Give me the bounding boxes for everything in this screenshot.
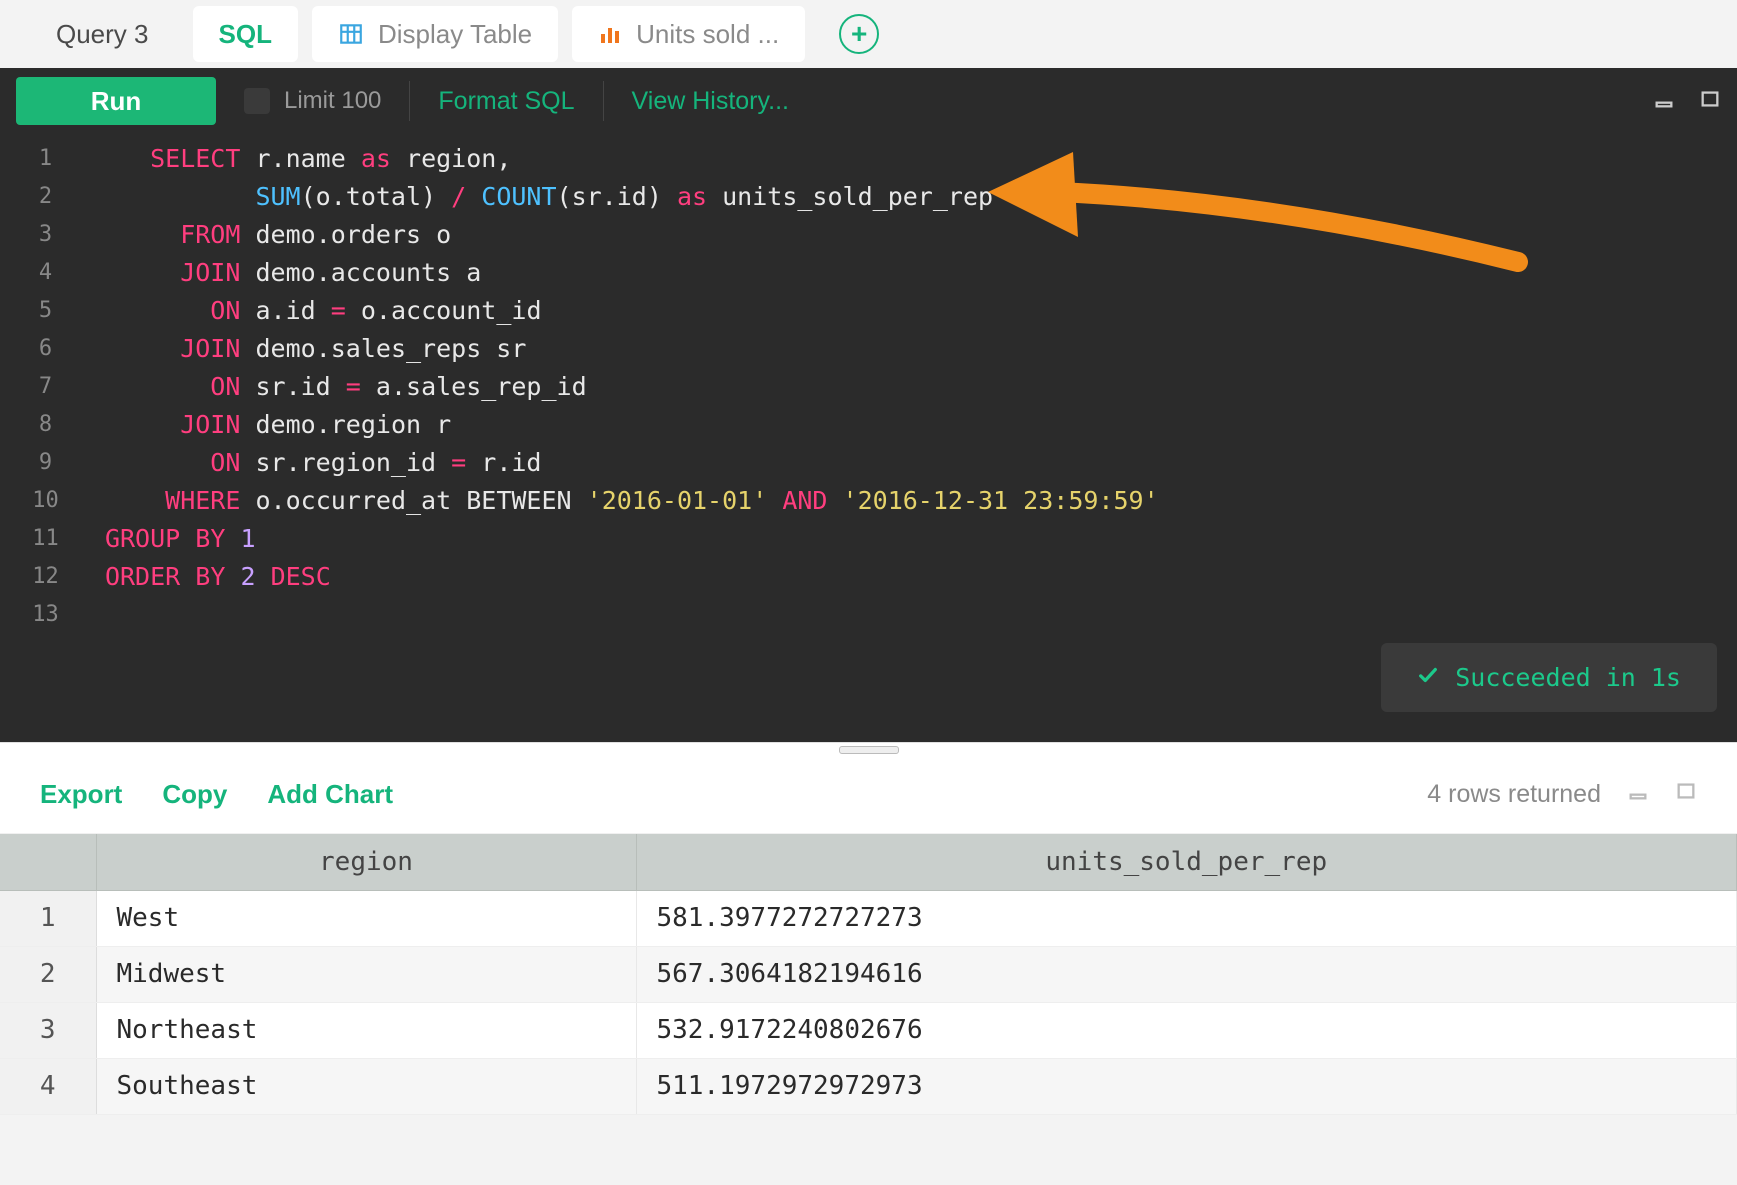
- table-row[interactable]: 3Northeast532.9172240802676: [0, 1002, 1737, 1058]
- row-number: 3: [0, 1002, 96, 1058]
- editor-toolbar: Run Limit 100 Format SQL View History...: [0, 68, 1737, 134]
- tab-label: SQL: [219, 19, 272, 50]
- checkbox-icon: [244, 88, 270, 114]
- results-toolbar: Export Copy Add Chart 4 rows returned: [0, 756, 1737, 834]
- code-line[interactable]: FROM demo.orders o: [105, 216, 1737, 254]
- cell-units-sold-per-rep: 581.3977272727273: [636, 890, 1737, 946]
- line-number: 9: [0, 444, 91, 482]
- tab-units-sold[interactable]: Units sold ...: [572, 6, 805, 62]
- line-number: 4: [0, 254, 91, 292]
- pane-splitter[interactable]: [0, 742, 1737, 756]
- minimize-icon[interactable]: [1653, 88, 1675, 115]
- divider: [409, 81, 410, 121]
- query-title: Query 3: [16, 19, 179, 50]
- row-number: 2: [0, 946, 96, 1002]
- column-header[interactable]: units_sold_per_rep: [636, 834, 1737, 890]
- code-line[interactable]: SELECT r.name as region,: [105, 140, 1737, 178]
- line-number: 11: [0, 520, 91, 558]
- tabs-row: Query 3 SQL Display Table Units sold ...…: [0, 0, 1737, 68]
- maximize-icon[interactable]: [1675, 780, 1697, 809]
- limit-toggle[interactable]: Limit 100: [244, 87, 381, 115]
- code-line[interactable]: ON sr.id = a.sales_rep_id: [105, 368, 1737, 406]
- maximize-icon[interactable]: [1699, 88, 1721, 115]
- cell-region: Southeast: [96, 1058, 636, 1114]
- limit-label: Limit 100: [284, 87, 381, 115]
- tab-label: Units sold ...: [636, 19, 779, 50]
- table-header-row: region units_sold_per_rep: [0, 834, 1737, 890]
- view-history-button[interactable]: View History...: [632, 87, 789, 116]
- code-line[interactable]: SUM(o.total) / COUNT(sr.id) as units_sol…: [105, 178, 1737, 216]
- line-number: 7: [0, 368, 91, 406]
- rownum-header: [0, 834, 96, 890]
- status-text: Succeeded in 1s: [1455, 663, 1681, 692]
- code-line[interactable]: GROUP BY 1: [105, 520, 1737, 558]
- table-row[interactable]: 4Southeast511.1972972972973: [0, 1058, 1737, 1114]
- copy-button[interactable]: Copy: [162, 779, 227, 810]
- cell-region: Midwest: [96, 946, 636, 1002]
- export-button[interactable]: Export: [40, 779, 122, 810]
- add-chart-button[interactable]: Add Chart: [267, 779, 393, 810]
- tab-label: Display Table: [378, 19, 532, 50]
- line-number: 10: [0, 482, 91, 520]
- divider: [603, 81, 604, 121]
- code-line[interactable]: JOIN demo.region r: [105, 406, 1737, 444]
- minimize-icon[interactable]: [1627, 780, 1649, 809]
- tab-display-table[interactable]: Display Table: [312, 6, 558, 62]
- line-number: 12: [0, 558, 91, 596]
- code-line[interactable]: ON a.id = o.account_id: [105, 292, 1737, 330]
- code-line[interactable]: ORDER BY 2 DESC: [105, 558, 1737, 596]
- tab-sql[interactable]: SQL: [193, 6, 298, 62]
- row-number: 1: [0, 890, 96, 946]
- code-line[interactable]: JOIN demo.accounts a: [105, 254, 1737, 292]
- results-table: region units_sold_per_rep 1West581.39772…: [0, 834, 1737, 1115]
- table-row[interactable]: 1West581.3977272727273: [0, 890, 1737, 946]
- table-icon: [338, 21, 364, 47]
- row-number: 4: [0, 1058, 96, 1114]
- column-header[interactable]: region: [96, 834, 636, 890]
- line-number: 3: [0, 216, 91, 254]
- cell-units-sold-per-rep: 511.1972972972973: [636, 1058, 1737, 1114]
- code-line[interactable]: WHERE o.occurred_at BETWEEN '2016-01-01'…: [105, 482, 1737, 520]
- plus-icon: +: [851, 20, 867, 48]
- line-number: 6: [0, 330, 91, 368]
- drag-handle-icon: [839, 746, 899, 754]
- code-line[interactable]: JOIN demo.sales_reps sr: [105, 330, 1737, 368]
- cell-units-sold-per-rep: 532.9172240802676: [636, 1002, 1737, 1058]
- line-number: 1: [0, 140, 91, 178]
- line-number: 8: [0, 406, 91, 444]
- line-gutter: 12345678910111213: [0, 134, 91, 742]
- cell-region: West: [96, 890, 636, 946]
- check-icon: [1417, 663, 1439, 692]
- line-number: 2: [0, 178, 91, 216]
- cell-region: Northeast: [96, 1002, 636, 1058]
- line-number: 5: [0, 292, 91, 330]
- code-line[interactable]: [105, 596, 1737, 634]
- table-row[interactable]: 2Midwest567.3064182194616: [0, 946, 1737, 1002]
- rows-returned-label: 4 rows returned: [1427, 780, 1601, 809]
- line-number: 13: [0, 596, 91, 634]
- cell-units-sold-per-rep: 567.3064182194616: [636, 946, 1737, 1002]
- run-button[interactable]: Run: [16, 77, 216, 125]
- sql-editor[interactable]: 12345678910111213 SELECT r.name as regio…: [0, 134, 1737, 742]
- code-line[interactable]: ON sr.region_id = r.id: [105, 444, 1737, 482]
- chart-icon: [598, 22, 622, 46]
- format-sql-button[interactable]: Format SQL: [438, 87, 574, 116]
- status-toast: Succeeded in 1s: [1381, 643, 1717, 712]
- add-tab-button[interactable]: +: [839, 14, 879, 54]
